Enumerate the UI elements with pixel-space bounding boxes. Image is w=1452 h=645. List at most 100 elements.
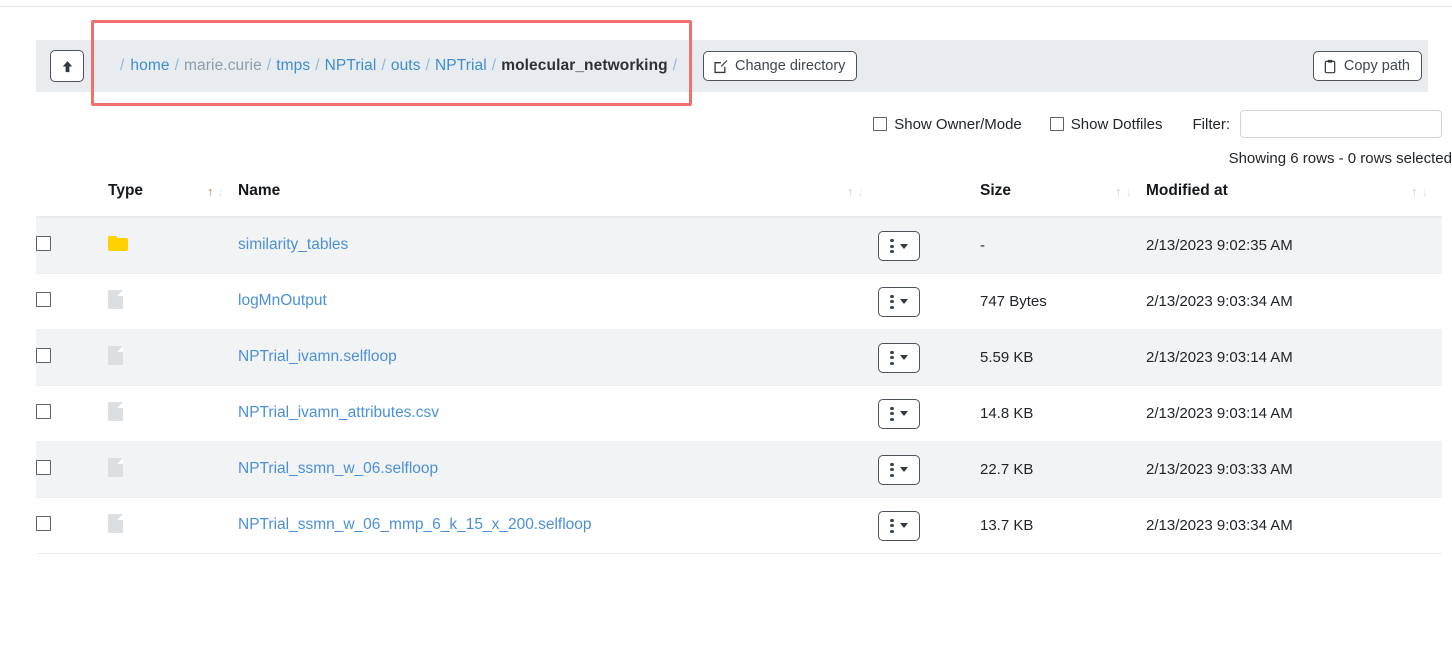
row-type-cell: [108, 273, 238, 330]
column-header-select: [36, 182, 108, 218]
row-size-cell: 5.59 KB: [980, 329, 1146, 386]
change-directory-label: Change directory: [735, 57, 846, 74]
row-modified-cell: 2/13/2023 9:03:34 AM: [1146, 497, 1442, 554]
row-checkbox[interactable]: [36, 235, 51, 251]
breadcrumb-item-nptrial-1[interactable]: NPTrial: [325, 57, 377, 75]
row-checkbox[interactable]: [36, 347, 51, 363]
row-name-cell: logMnOutput: [238, 273, 878, 330]
row-checkbox[interactable]: [36, 459, 51, 475]
file-name-link[interactable]: logMnOutput: [238, 292, 327, 309]
file-table: Type ↑ ↓ Name ↑ ↓ Size ↑ ↓ Modified at ↑…: [36, 182, 1442, 554]
kebab-menu-icon: [890, 462, 894, 477]
row-actions-button[interactable]: [878, 510, 920, 541]
row-checkbox[interactable]: [36, 515, 51, 531]
row-size-cell: 14.8 KB: [980, 385, 1146, 442]
table-row[interactable]: NPTrial_ivamn.selfloop 5.59 KB 2/13/2023…: [36, 329, 1442, 386]
sort-control-name[interactable]: ↑ ↓: [847, 185, 864, 198]
column-header-size[interactable]: Size ↑ ↓: [980, 182, 1146, 218]
table-row[interactable]: NPTrial_ivamn_attributes.csv 14.8 KB 2/1…: [36, 385, 1442, 442]
file-name-link[interactable]: NPTrial_ivamn.selfloop: [238, 348, 397, 365]
breadcrumb-separator-trailing: /: [672, 57, 678, 74]
row-size-cell: 22.7 KB: [980, 441, 1146, 498]
sort-desc-icon[interactable]: ↓: [1422, 185, 1429, 198]
row-checkbox[interactable]: [36, 291, 51, 307]
caret-down-icon: [899, 523, 908, 529]
caret-down-icon: [899, 467, 908, 473]
sort-desc-icon[interactable]: ↓: [218, 185, 225, 198]
row-actions-cell: [878, 497, 980, 554]
column-header-modified-label: Modified at: [1146, 182, 1228, 199]
sort-desc-icon[interactable]: ↓: [1126, 185, 1133, 198]
top-divider: [0, 6, 1452, 7]
row-size-cell: 13.7 KB: [980, 497, 1146, 554]
row-select-cell: [36, 217, 108, 274]
row-name-cell: NPTrial_ssmn_w_06.selfloop: [238, 441, 878, 498]
sort-control-type[interactable]: ↑ ↓: [207, 185, 224, 198]
breadcrumb-item-outs[interactable]: outs: [391, 57, 421, 75]
kebab-menu-icon: [890, 239, 894, 254]
row-name-cell: NPTrial_ivamn_attributes.csv: [238, 385, 878, 442]
row-actions-button[interactable]: [878, 454, 920, 485]
row-type-cell: [108, 329, 238, 386]
table-row[interactable]: NPTrial_ssmn_w_06_mmp_6_k_15_x_200.selfl…: [36, 497, 1442, 554]
row-name-cell: similarity_tables: [238, 217, 878, 274]
breadcrumb: / home / marie.curie / tmps / NPTrial / …: [120, 57, 682, 75]
row-actions-button[interactable]: [878, 398, 920, 429]
row-size-cell: -: [980, 217, 1146, 274]
file-browser-page: / home / marie.curie / tmps / NPTrial / …: [0, 0, 1452, 645]
table-controls: Show Owner/Mode Show Dotfiles Filter:: [36, 104, 1442, 144]
path-toolbar: / home / marie.curie / tmps / NPTrial / …: [36, 40, 1428, 92]
filter-input[interactable]: [1240, 110, 1442, 138]
file-name-link[interactable]: NPTrial_ssmn_w_06.selfloop: [238, 460, 438, 477]
file-name-link[interactable]: NPTrial_ivamn_attributes.csv: [238, 404, 439, 421]
row-actions-button[interactable]: [878, 286, 920, 317]
copy-path-button[interactable]: Copy path: [1312, 51, 1422, 81]
row-size-cell: 747 Bytes: [980, 273, 1146, 330]
show-dotfiles-checkbox[interactable]: [1049, 117, 1064, 131]
file-name-link[interactable]: similarity_tables: [238, 236, 348, 253]
breadcrumb-item-marie-curie[interactable]: marie.curie: [184, 57, 262, 75]
row-checkbox[interactable]: [36, 403, 51, 419]
breadcrumb-separator: /: [315, 57, 320, 74]
row-select-cell: [36, 441, 108, 498]
breadcrumb-item-home[interactable]: home: [130, 57, 169, 75]
kebab-menu-icon: [890, 406, 894, 421]
breadcrumb-separator-leading: /: [120, 57, 125, 74]
sort-asc-icon[interactable]: ↑: [207, 185, 214, 198]
file-icon: [108, 513, 123, 533]
caret-down-icon: [899, 411, 908, 417]
row-actions-button[interactable]: [878, 231, 920, 262]
breadcrumb-item-tmps[interactable]: tmps: [276, 57, 310, 75]
breadcrumb-separator: /: [425, 57, 430, 74]
kebab-menu-icon: [890, 294, 894, 309]
show-owner-mode-toggle[interactable]: Show Owner/Mode: [873, 116, 1022, 133]
row-select-cell: [36, 273, 108, 330]
file-name-link[interactable]: NPTrial_ssmn_w_06_mmp_6_k_15_x_200.selfl…: [238, 516, 592, 533]
breadcrumb-item-nptrial-2[interactable]: NPTrial: [435, 57, 487, 75]
row-actions-button[interactable]: [878, 342, 920, 373]
sort-control-modified[interactable]: ↑ ↓: [1411, 185, 1428, 198]
column-header-size-label: Size: [980, 182, 1012, 199]
sort-desc-icon[interactable]: ↓: [858, 185, 865, 198]
table-row[interactable]: logMnOutput 747 Bytes 2/13/2023 9:03:34 …: [36, 273, 1442, 330]
column-header-name[interactable]: Name ↑ ↓: [238, 182, 878, 218]
sort-asc-icon[interactable]: ↑: [1411, 185, 1418, 198]
copy-path-label: Copy path: [1343, 57, 1410, 74]
sort-control-size[interactable]: ↑ ↓: [1115, 185, 1132, 198]
sort-asc-icon[interactable]: ↑: [847, 185, 854, 198]
column-header-modified[interactable]: Modified at ↑ ↓: [1146, 182, 1442, 218]
navigate-up-button[interactable]: [50, 50, 84, 82]
row-name-cell: NPTrial_ssmn_w_06_mmp_6_k_15_x_200.selfl…: [238, 497, 878, 554]
change-directory-button[interactable]: Change directory: [703, 51, 858, 81]
table-row[interactable]: NPTrial_ssmn_w_06.selfloop 22.7 KB 2/13/…: [36, 441, 1442, 498]
file-table-body: similarity_tables - 2/13/2023 9:02:35 AM: [36, 217, 1442, 554]
caret-down-icon: [899, 355, 908, 361]
table-row[interactable]: similarity_tables - 2/13/2023 9:02:35 AM: [36, 217, 1442, 274]
caret-down-icon: [899, 299, 908, 305]
clipboard-icon: [1324, 59, 1336, 73]
column-header-type[interactable]: Type ↑ ↓: [108, 182, 238, 218]
show-dotfiles-toggle[interactable]: Show Dotfiles: [1049, 116, 1163, 133]
sort-asc-icon[interactable]: ↑: [1115, 185, 1122, 198]
show-owner-mode-checkbox[interactable]: [873, 117, 888, 131]
column-header-type-label: Type: [108, 182, 144, 199]
